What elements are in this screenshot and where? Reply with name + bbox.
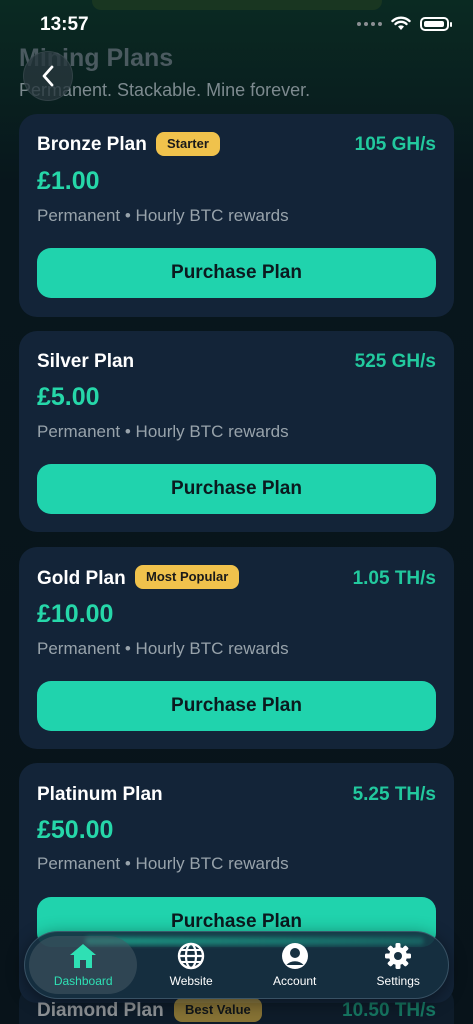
plan-price: £5.00: [37, 383, 100, 411]
gear-icon: [385, 943, 412, 969]
plan-description: Permanent • Hourly BTC rewards: [37, 206, 289, 225]
status-icons: [357, 16, 452, 31]
plan-card-gold: Gold Plan Most Popular 1.05 TH/s £10.00 …: [19, 547, 454, 749]
status-bar: 13:57: [0, 0, 473, 48]
plan-hashrate: 5.25 TH/s: [352, 784, 436, 805]
plan-description: Permanent • Hourly BTC rewards: [37, 854, 289, 873]
plan-price: £50.00: [37, 816, 114, 844]
bottom-tab-bar: Dashboard Website Account Settings: [24, 931, 449, 999]
user-icon: [281, 943, 308, 969]
plan-card-bronze: Bronze Plan Starter 105 GH/s £1.00 Perma…: [19, 114, 454, 317]
plan-price: £1.00: [37, 167, 100, 195]
signal-dots-icon: [357, 21, 382, 26]
plan-card-silver: Silver Plan 525 GH/s £5.00 Permanent • H…: [19, 331, 454, 532]
plan-name: Bronze Plan: [37, 134, 147, 155]
purchase-button-bronze[interactable]: Purchase Plan: [37, 248, 436, 298]
plan-hashrate: 10.50 TH/s: [342, 1000, 436, 1021]
tab-account[interactable]: Account: [245, 936, 345, 994]
plan-badge: Starter: [156, 132, 220, 156]
plan-hashrate: 1.05 TH/s: [352, 568, 436, 589]
chevron-left-icon: [42, 65, 54, 87]
tab-settings[interactable]: Settings: [348, 936, 448, 994]
battery-icon: [420, 16, 452, 31]
plan-description: Permanent • Hourly BTC rewards: [37, 639, 289, 658]
plan-name: Platinum Plan: [37, 784, 163, 805]
tab-label: Account: [273, 974, 317, 988]
globe-icon: [177, 942, 205, 970]
tab-label: Website: [169, 974, 213, 988]
purchase-button-silver[interactable]: Purchase Plan: [37, 464, 436, 514]
plan-hashrate: 525 GH/s: [354, 351, 436, 372]
plan-name: Silver Plan: [37, 351, 135, 372]
plan-name: Gold Plan: [37, 568, 126, 589]
wifi-icon: [391, 16, 411, 30]
status-time: 13:57: [40, 14, 89, 35]
back-button[interactable]: [23, 51, 73, 101]
home-icon: [70, 944, 97, 968]
tab-website[interactable]: Website: [141, 936, 241, 994]
plan-badge: Best Value: [174, 998, 262, 1022]
tab-dashboard[interactable]: Dashboard: [29, 936, 138, 994]
plan-badge: Most Popular: [135, 565, 240, 589]
plan-name: Diamond Plan: [37, 1000, 164, 1021]
tab-label: Settings: [376, 974, 420, 988]
screen: 13:57 Mining Plans Permanent. Stackable.…: [0, 0, 473, 1024]
plan-hashrate: 105 GH/s: [354, 134, 436, 155]
tab-label: Dashboard: [53, 974, 113, 988]
plan-description: Permanent • Hourly BTC rewards: [37, 422, 289, 441]
plan-price: £10.00: [37, 600, 114, 628]
purchase-button-gold[interactable]: Purchase Plan: [37, 681, 436, 731]
